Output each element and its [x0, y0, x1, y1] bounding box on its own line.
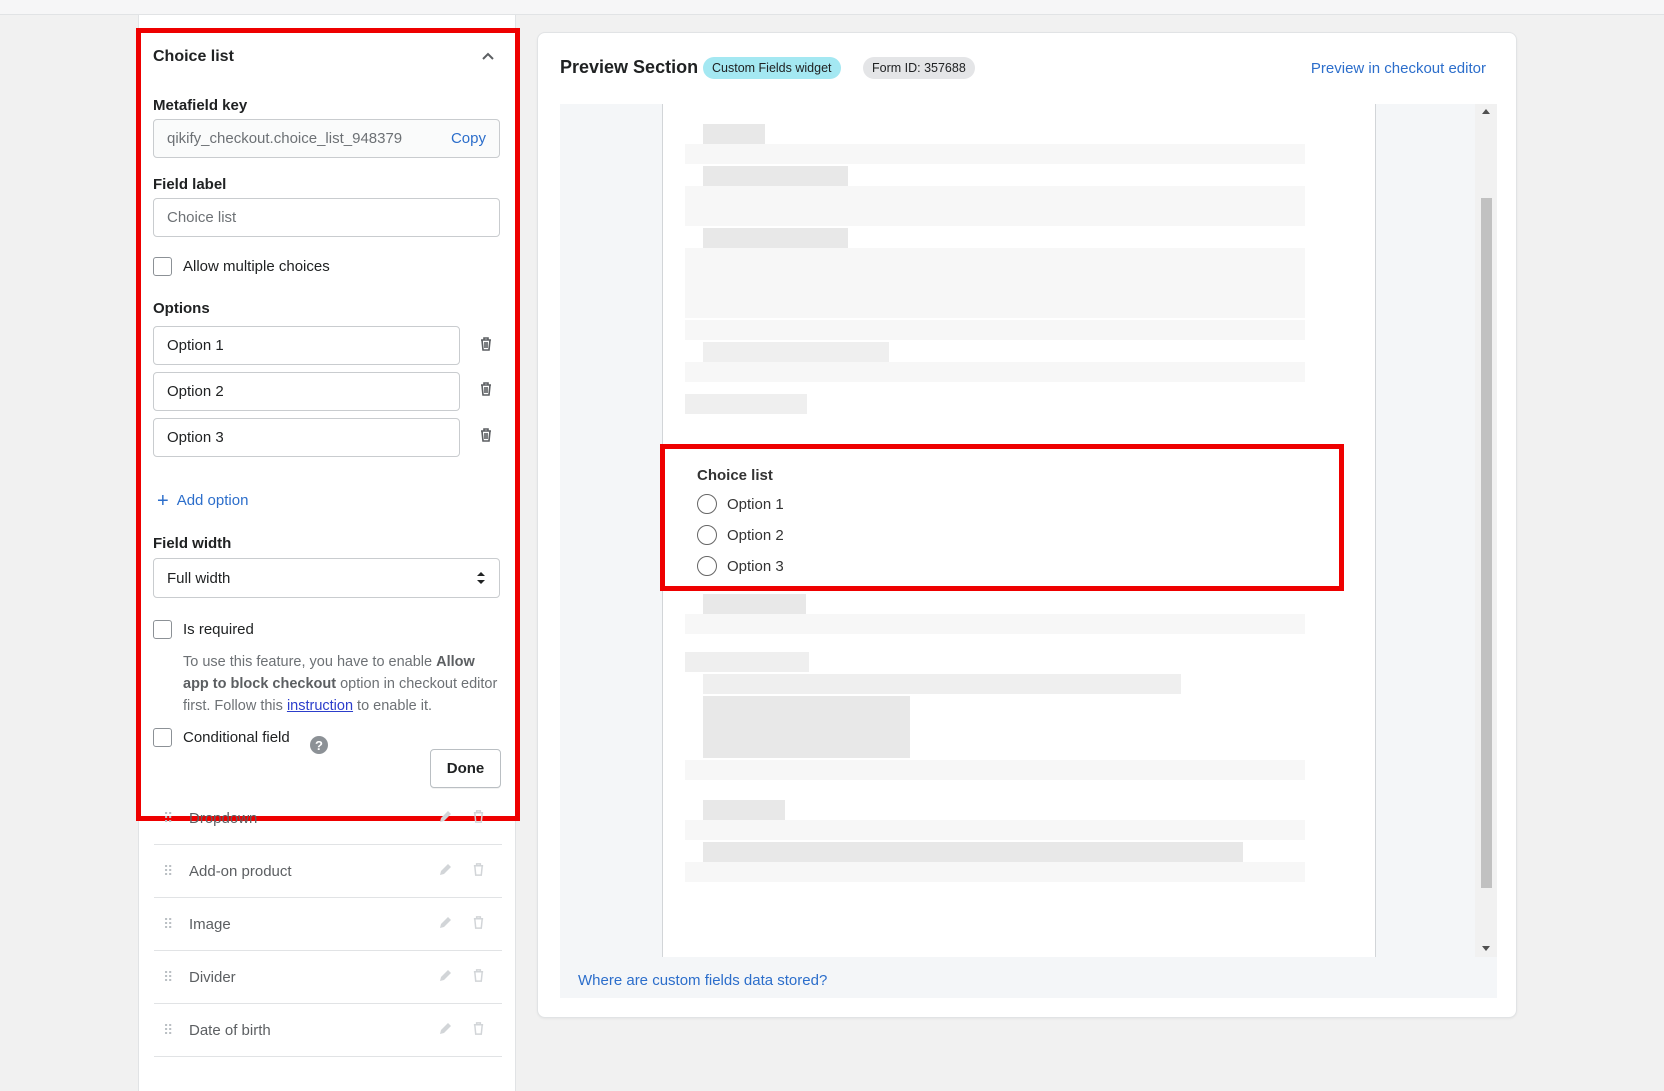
add-option-button[interactable]: + Add option: [157, 489, 249, 512]
option-input-3[interactable]: Option 3: [153, 418, 460, 457]
drag-handle-icon[interactable]: ⠿: [163, 969, 173, 985]
add-option-label: Add option: [176, 492, 249, 509]
pencil-icon[interactable]: [437, 1021, 453, 1037]
custom-fields-badge: Custom Fields widget: [703, 57, 841, 79]
preview-section-title: Preview Section: [560, 57, 699, 77]
blurred-content: [685, 144, 1305, 164]
blurred-content: [703, 594, 806, 614]
drag-handle-icon[interactable]: ⠿: [163, 863, 173, 879]
trash-icon[interactable]: [472, 862, 485, 877]
blurred-content: [703, 124, 765, 144]
radio-button[interactable]: [697, 525, 717, 545]
blurred-content: [703, 674, 1181, 694]
choice-list-preview: Choice list Option 1 Option 2 Option 3: [660, 444, 1344, 591]
field-row-date-of-birth[interactable]: ⠿ Date of birth: [154, 1004, 502, 1057]
radio-button[interactable]: [697, 556, 717, 576]
trash-icon[interactable]: [472, 809, 485, 824]
field-label-input[interactable]: Choice list: [153, 198, 500, 237]
blurred-content: [703, 842, 1243, 862]
trash-icon[interactable]: [472, 915, 485, 930]
option-input-1[interactable]: Option 1: [153, 326, 460, 365]
field-row-label: Add-on product: [189, 862, 292, 880]
blurred-content: [685, 248, 1305, 318]
is-required-checkbox[interactable]: [153, 620, 172, 639]
trash-icon[interactable]: [472, 968, 485, 983]
field-row-dropdown[interactable]: ⠿ Dropdown: [154, 792, 502, 845]
blurred-content: [685, 862, 1305, 882]
radio-label: Option 3: [727, 557, 784, 575]
field-width-select[interactable]: Full width: [153, 558, 500, 598]
field-row-divider[interactable]: ⠿ Divider: [154, 951, 502, 1004]
choice-list-preview-title: Choice list: [697, 467, 773, 484]
blurred-content: [685, 394, 807, 414]
trash-icon[interactable]: [479, 427, 493, 443]
required-help-text: To use this feature, you have to enable …: [183, 654, 498, 714]
blurred-content: [685, 186, 1305, 226]
scroll-down-arrow-icon[interactable]: [1482, 946, 1490, 951]
options-label: Options: [153, 300, 210, 317]
field-row-image[interactable]: ⠿ Image: [154, 898, 502, 951]
metafield-key-label: Metafield key: [153, 97, 248, 114]
form-id-badge: Form ID: 357688: [863, 57, 975, 79]
copy-button[interactable]: Copy: [451, 130, 486, 147]
done-button[interactable]: Done: [430, 749, 501, 788]
scrollbar-thumb[interactable]: [1481, 198, 1492, 888]
editor-title: Choice list: [153, 48, 234, 65]
help-icon[interactable]: ?: [310, 736, 328, 754]
radio-option-2[interactable]: Option 2: [697, 525, 784, 545]
radio-button[interactable]: [697, 494, 717, 514]
allow-multiple-checkbox[interactable]: [153, 257, 172, 276]
radio-option-1[interactable]: Option 1: [697, 494, 784, 514]
field-row-label: Image: [189, 915, 231, 933]
blurred-content: [703, 696, 910, 758]
trash-icon[interactable]: [472, 1021, 485, 1036]
blurred-content: [703, 166, 848, 186]
choice-list-editor: Choice list Metafield key qikify_checkou…: [136, 28, 520, 821]
preview-in-checkout-editor-link[interactable]: Preview in checkout editor: [1311, 60, 1486, 77]
is-required-label: Is required: [183, 621, 254, 638]
metafield-key-value: qikify_checkout.choice_list_948379: [167, 130, 403, 147]
field-row-label: Date of birth: [189, 1021, 271, 1039]
preview-scrollbar[interactable]: [1475, 104, 1497, 957]
pencil-icon[interactable]: [437, 809, 453, 825]
conditional-field-label: Conditional field: [183, 729, 290, 746]
conditional-field-checkbox[interactable]: [153, 728, 172, 747]
field-width-value: Full width: [167, 569, 231, 587]
trash-icon[interactable]: [479, 336, 493, 352]
drag-handle-icon[interactable]: ⠿: [163, 916, 173, 932]
pencil-icon[interactable]: [437, 968, 453, 984]
blurred-content: [703, 228, 848, 248]
field-row-label: Dropdown: [189, 809, 258, 827]
select-arrows-icon: [477, 572, 485, 584]
pencil-icon[interactable]: [437, 915, 453, 931]
plus-icon: +: [157, 489, 169, 512]
radio-option-3[interactable]: Option 3: [697, 556, 784, 576]
metafield-key-field[interactable]: qikify_checkout.choice_list_948379 Copy: [153, 119, 500, 158]
radio-label: Option 2: [727, 526, 784, 544]
field-row-addon-product[interactable]: ⠿ Add-on product: [154, 845, 502, 898]
drag-handle-icon[interactable]: ⠿: [163, 1022, 173, 1038]
trash-icon[interactable]: [479, 381, 493, 397]
field-row-label: Divider: [189, 968, 236, 986]
blurred-content: [685, 362, 1305, 382]
drag-handle-icon[interactable]: ⠿: [163, 810, 173, 826]
chevron-up-icon[interactable]: [479, 49, 497, 63]
option-input-2[interactable]: Option 2: [153, 372, 460, 411]
pencil-icon[interactable]: [437, 862, 453, 878]
instruction-link[interactable]: instruction: [287, 698, 353, 714]
custom-fields-storage-link[interactable]: Where are custom fields data stored?: [578, 972, 827, 989]
field-width-label: Field width: [153, 535, 232, 552]
blurred-content: [685, 820, 1305, 840]
allow-multiple-label: Allow multiple choices: [183, 258, 330, 275]
blurred-content: [703, 342, 889, 362]
field-label-label: Field label: [153, 176, 227, 193]
blurred-content: [685, 320, 1305, 340]
radio-label: Option 1: [727, 495, 784, 513]
top-bar: [0, 0, 1664, 15]
blurred-content: [685, 760, 1305, 780]
scroll-up-arrow-icon[interactable]: [1482, 109, 1490, 114]
blurred-content: [685, 652, 809, 672]
blurred-content: [685, 614, 1305, 634]
blurred-content: [703, 800, 785, 820]
